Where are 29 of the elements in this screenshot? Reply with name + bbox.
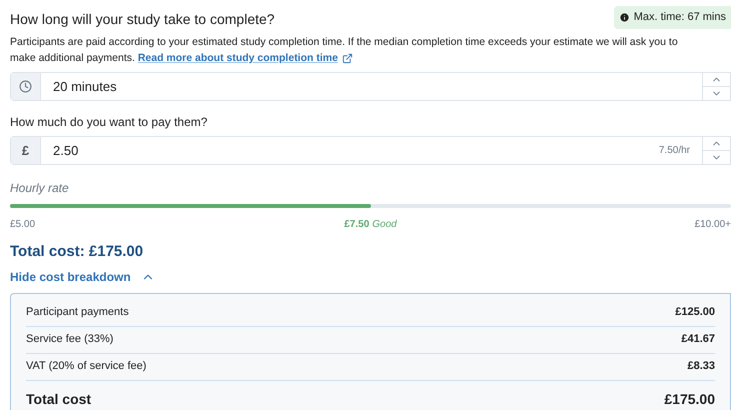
- rate-rating: Good: [372, 218, 397, 232]
- total-cost-heading: Total cost: £175.00: [10, 242, 144, 262]
- description-text: Participants are paid according to your estimated study completion time. If the median completion time exceeds your estimate we will ask you to make additional payments. Read more about study completion time: [10, 35, 679, 66]
- breakdown-amount: £8.33: [687, 359, 715, 374]
- clock-icon: [11, 73, 41, 100]
- toggle-breakdown-button[interactable]: Hide cost breakdown: [10, 268, 155, 286]
- breakdown-label: Participant payments: [26, 305, 129, 320]
- question-label: How long will your study take to complete?: [10, 10, 275, 29]
- hourly-rate-label: Hourly rate: [10, 180, 70, 197]
- max-rate: £10.00+: [694, 218, 731, 232]
- currency-prefix: £: [11, 137, 41, 164]
- read-more-link[interactable]: Read more about study completion time: [138, 50, 353, 66]
- min-rate: £5.00: [10, 218, 36, 232]
- duration-field[interactable]: 20 minutes: [10, 72, 731, 101]
- duration-value: 20 minutes: [52, 78, 118, 96]
- max-time-badge: Max. time: 67 mins: [614, 6, 731, 28]
- external-link-icon: [342, 52, 353, 64]
- per-hour-suffix: 7.50/hr: [658, 144, 691, 158]
- payment-value: 2.50: [52, 142, 80, 160]
- breakdown-amount: £175.00: [664, 390, 715, 409]
- current-rate: £7.50: [344, 218, 370, 232]
- breakdown-amount: £41.67: [681, 332, 715, 348]
- breakdown-amount: £125.00: [675, 305, 715, 320]
- info-icon: [618, 12, 630, 23]
- breakdown-label: Total cost: [26, 390, 92, 409]
- breakdown-label: Service fee (33%): [26, 332, 114, 348]
- payment-field[interactable]: £ 2.50 7.50/hr: [10, 136, 731, 165]
- breakdown-label: VAT (20% of service fee): [26, 359, 146, 374]
- payment-question: How much do you want to pay them?: [10, 114, 208, 131]
